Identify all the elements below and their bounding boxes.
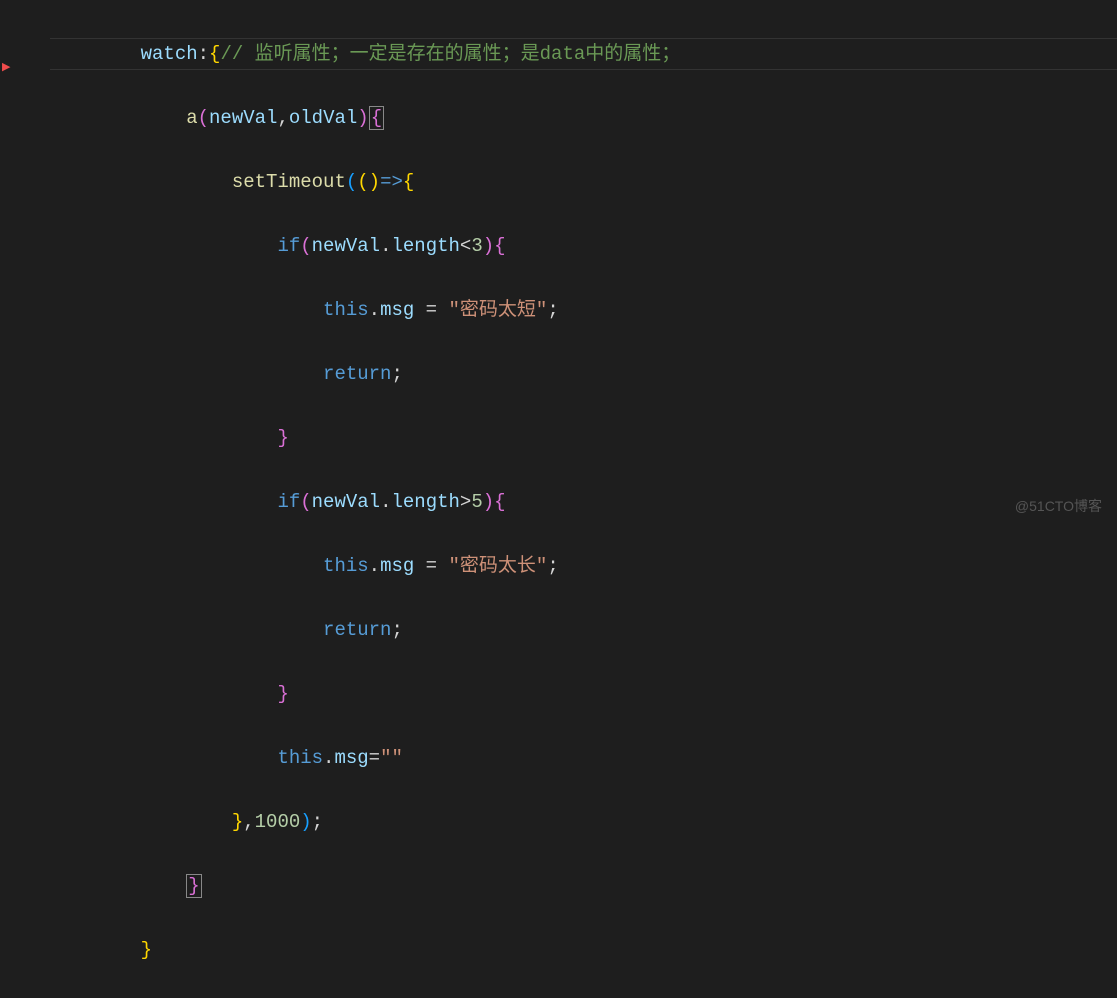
cursor-position: {: [369, 106, 384, 130]
code-line: if(newVal.length<3){: [95, 230, 1117, 262]
code-line: this.msg = "密码太短";: [95, 294, 1117, 326]
code-line: this.msg = "密码太长";: [95, 550, 1117, 582]
watermark-text: @51CTO博客: [1015, 496, 1102, 516]
code-line: }: [95, 422, 1117, 454]
code-line: }: [95, 678, 1117, 710]
code-line: },1000);: [95, 806, 1117, 838]
code-line: }: [95, 934, 1117, 966]
code-line: }: [95, 870, 1117, 902]
code-line: a(newVal,oldVal){: [95, 102, 1117, 134]
code-line: if(newVal.length>5){: [95, 486, 1117, 518]
code-line: this.msg="": [95, 742, 1117, 774]
code-line: return;: [95, 358, 1117, 390]
code-line: return;: [95, 614, 1117, 646]
matching-brace: }: [186, 874, 201, 898]
error-marker-icon: ▶: [2, 60, 10, 68]
code-editor[interactable]: watch:{// 监听属性；一定是存在的属性；是data中的属性； a(new…: [0, 0, 1117, 998]
current-line-highlight: [50, 38, 1117, 70]
settimeout-call: setTimeout: [232, 171, 346, 193]
code-line: setTimeout(()=>{: [95, 166, 1117, 198]
line-gutter: [0, 0, 28, 524]
fold-gutter: [28, 0, 50, 524]
method-a: a: [186, 107, 197, 129]
